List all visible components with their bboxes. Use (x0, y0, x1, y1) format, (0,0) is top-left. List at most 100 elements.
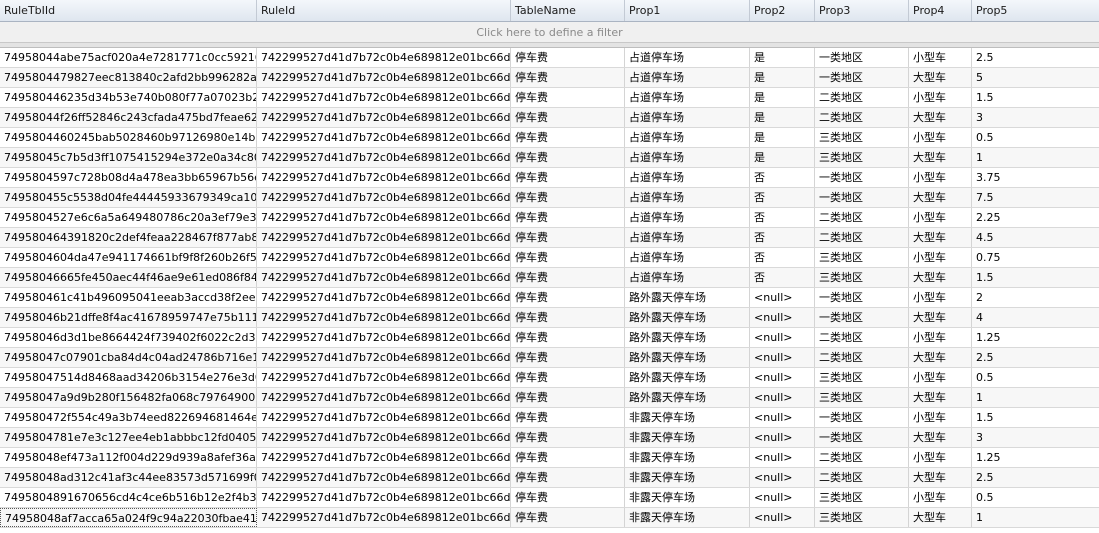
cell-prop3[interactable]: 二类地区 (815, 88, 909, 107)
cell-prop5[interactable]: 2.25 (972, 208, 1099, 227)
cell-prop5[interactable]: 0.5 (972, 488, 1099, 507)
cell-prop4[interactable]: 大型车 (909, 428, 972, 447)
cell-prop2[interactable]: 是 (750, 88, 815, 107)
cell-prop4[interactable]: 大型车 (909, 348, 972, 367)
cell-tablename[interactable]: 停车费 (511, 468, 625, 487)
cell-ruletbiid[interactable]: 749580455c5538d04fe44445933679349ca10780 (0, 188, 257, 207)
cell-prop1[interactable]: 占道停车场 (625, 108, 750, 127)
cell-tablename[interactable]: 停车费 (511, 108, 625, 127)
cell-prop3[interactable]: 二类地区 (815, 228, 909, 247)
cell-ruleid[interactable]: 742299527d41d7b72c0b4e689812e01bc66d5e65 (257, 468, 511, 487)
cell-ruleid[interactable]: 742299527d41d7b72c0b4e689812e01bc66d5e65 (257, 128, 511, 147)
cell-prop5[interactable]: 3 (972, 428, 1099, 447)
cell-prop4[interactable]: 大型车 (909, 388, 972, 407)
table-row[interactable]: 74958048af7acca65a024f9c94a22030fbae4167… (0, 508, 1099, 528)
table-row[interactable]: 7495804479827eec813840c2afd2bb996282a79b… (0, 68, 1099, 88)
cell-prop4[interactable]: 大型车 (909, 508, 972, 527)
cell-tablename[interactable]: 停车费 (511, 368, 625, 387)
table-row[interactable]: 74958044abe75acf020a4e7281771c0cc5921622… (0, 48, 1099, 68)
cell-tablename[interactable]: 停车费 (511, 48, 625, 67)
table-row[interactable]: 74958044f26ff52846c243cfada475bd7feae620… (0, 108, 1099, 128)
cell-prop2[interactable]: <null> (750, 368, 815, 387)
cell-prop3[interactable]: 三类地区 (815, 268, 909, 287)
cell-prop3[interactable]: 二类地区 (815, 348, 909, 367)
cell-prop4[interactable]: 大型车 (909, 468, 972, 487)
cell-ruletbiid[interactable]: 7495804604da47e941174661bf9f8f260b26f559 (0, 248, 257, 267)
cell-tablename[interactable]: 停车费 (511, 508, 625, 527)
cell-tablename[interactable]: 停车费 (511, 448, 625, 467)
table-row[interactable]: 74958047c07901cba84d4c04ad24786b716e10d6… (0, 348, 1099, 368)
cell-prop1[interactable]: 占道停车场 (625, 48, 750, 67)
cell-prop3[interactable]: 一类地区 (815, 188, 909, 207)
column-header-tablename[interactable]: TableName (511, 0, 625, 21)
cell-prop3[interactable]: 三类地区 (815, 508, 909, 527)
cell-ruletbiid[interactable]: 74958046665fe450aec44f46ae9e61ed086f84f6 (0, 268, 257, 287)
cell-prop3[interactable]: 三类地区 (815, 248, 909, 267)
filter-row[interactable]: Click here to define a filter (0, 22, 1099, 43)
cell-prop1[interactable]: 路外露天停车场 (625, 328, 750, 347)
cell-ruletbiid[interactable]: 7495804460245bab5028460b97126980e14b85df (0, 128, 257, 147)
cell-ruletbiid[interactable]: 74958047514d8468aad34206b3154e276e3d0394 (0, 368, 257, 387)
cell-prop1[interactable]: 路外露天停车场 (625, 288, 750, 307)
cell-prop4[interactable]: 小型车 (909, 288, 972, 307)
cell-tablename[interactable]: 停车费 (511, 348, 625, 367)
cell-prop3[interactable]: 二类地区 (815, 328, 909, 347)
cell-prop5[interactable]: 3 (972, 108, 1099, 127)
table-row[interactable]: 74958046d3d1be8664424f739402f6022c2d343f… (0, 328, 1099, 348)
cell-prop3[interactable]: 一类地区 (815, 288, 909, 307)
table-row[interactable]: 74958047514d8468aad34206b3154e276e3d0394… (0, 368, 1099, 388)
cell-prop2[interactable]: 否 (750, 188, 815, 207)
cell-prop1[interactable]: 占道停车场 (625, 208, 750, 227)
cell-prop1[interactable]: 非露天停车场 (625, 488, 750, 507)
table-row[interactable]: 749580472f554c49a3b74eed822694681464e041… (0, 408, 1099, 428)
cell-prop1[interactable]: 占道停车场 (625, 128, 750, 147)
table-row[interactable]: 7495804604da47e941174661bf9f8f260b26f559… (0, 248, 1099, 268)
cell-prop2[interactable]: 否 (750, 248, 815, 267)
cell-tablename[interactable]: 停车费 (511, 248, 625, 267)
cell-prop5[interactable]: 3.75 (972, 168, 1099, 187)
cell-ruletbiid[interactable]: 749580472f554c49a3b74eed822694681464e041 (0, 408, 257, 427)
cell-prop4[interactable]: 大型车 (909, 188, 972, 207)
cell-prop1[interactable]: 非露天停车场 (625, 448, 750, 467)
cell-tablename[interactable]: 停车费 (511, 488, 625, 507)
cell-prop5[interactable]: 4 (972, 308, 1099, 327)
cell-prop2[interactable]: 否 (750, 268, 815, 287)
table-row[interactable]: 7495804891670656cd4c4ce6b516b12e2f4b3519… (0, 488, 1099, 508)
cell-tablename[interactable]: 停车费 (511, 288, 625, 307)
column-header-prop4[interactable]: Prop4 (909, 0, 972, 21)
cell-prop4[interactable]: 大型车 (909, 228, 972, 247)
cell-tablename[interactable]: 停车费 (511, 328, 625, 347)
cell-prop2[interactable]: <null> (750, 308, 815, 327)
cell-ruleid[interactable]: 742299527d41d7b72c0b4e689812e01bc66d5e65 (257, 108, 511, 127)
cell-tablename[interactable]: 停车费 (511, 188, 625, 207)
cell-prop3[interactable]: 一类地区 (815, 428, 909, 447)
cell-prop2[interactable]: <null> (750, 408, 815, 427)
table-row[interactable]: 7495804460245bab5028460b97126980e14b85df… (0, 128, 1099, 148)
table-row[interactable]: 7495804781e7e3c127ee4eb1abbbc12fd0405c7d… (0, 428, 1099, 448)
table-row[interactable]: 749580455c5538d04fe44445933679349ca10780… (0, 188, 1099, 208)
cell-prop2[interactable]: 是 (750, 148, 815, 167)
cell-prop1[interactable]: 非露天停车场 (625, 508, 750, 527)
cell-prop3[interactable]: 二类地区 (815, 108, 909, 127)
cell-prop5[interactable]: 0.5 (972, 128, 1099, 147)
cell-prop5[interactable]: 1.5 (972, 268, 1099, 287)
cell-prop2[interactable]: <null> (750, 348, 815, 367)
cell-ruletbiid[interactable]: 74958048af7acca65a024f9c94a22030fbae4167 (0, 508, 257, 527)
cell-prop3[interactable]: 二类地区 (815, 448, 909, 467)
column-header-prop5[interactable]: Prop5 (972, 0, 1099, 21)
cell-prop5[interactable]: 4.5 (972, 228, 1099, 247)
cell-ruleid[interactable]: 742299527d41d7b72c0b4e689812e01bc66d5e65 (257, 228, 511, 247)
cell-prop1[interactable]: 占道停车场 (625, 68, 750, 87)
cell-prop4[interactable]: 大型车 (909, 268, 972, 287)
cell-ruletbiid[interactable]: 74958045c7b5d3ff1075415294e372e0a34c80d9 (0, 148, 257, 167)
cell-ruleid[interactable]: 742299527d41d7b72c0b4e689812e01bc66d5e65 (257, 188, 511, 207)
cell-prop3[interactable]: 一类地区 (815, 48, 909, 67)
cell-prop5[interactable]: 2.5 (972, 48, 1099, 67)
cell-prop1[interactable]: 占道停车场 (625, 148, 750, 167)
cell-prop1[interactable]: 路外露天停车场 (625, 368, 750, 387)
cell-ruletbiid[interactable]: 7495804781e7e3c127ee4eb1abbbc12fd0405c7d (0, 428, 257, 447)
table-row[interactable]: 74958046b21dffe8f4ac41678959747e75b111c2… (0, 308, 1099, 328)
cell-prop3[interactable]: 二类地区 (815, 208, 909, 227)
cell-ruleid[interactable]: 742299527d41d7b72c0b4e689812e01bc66d5e65 (257, 488, 511, 507)
cell-prop4[interactable]: 小型车 (909, 168, 972, 187)
